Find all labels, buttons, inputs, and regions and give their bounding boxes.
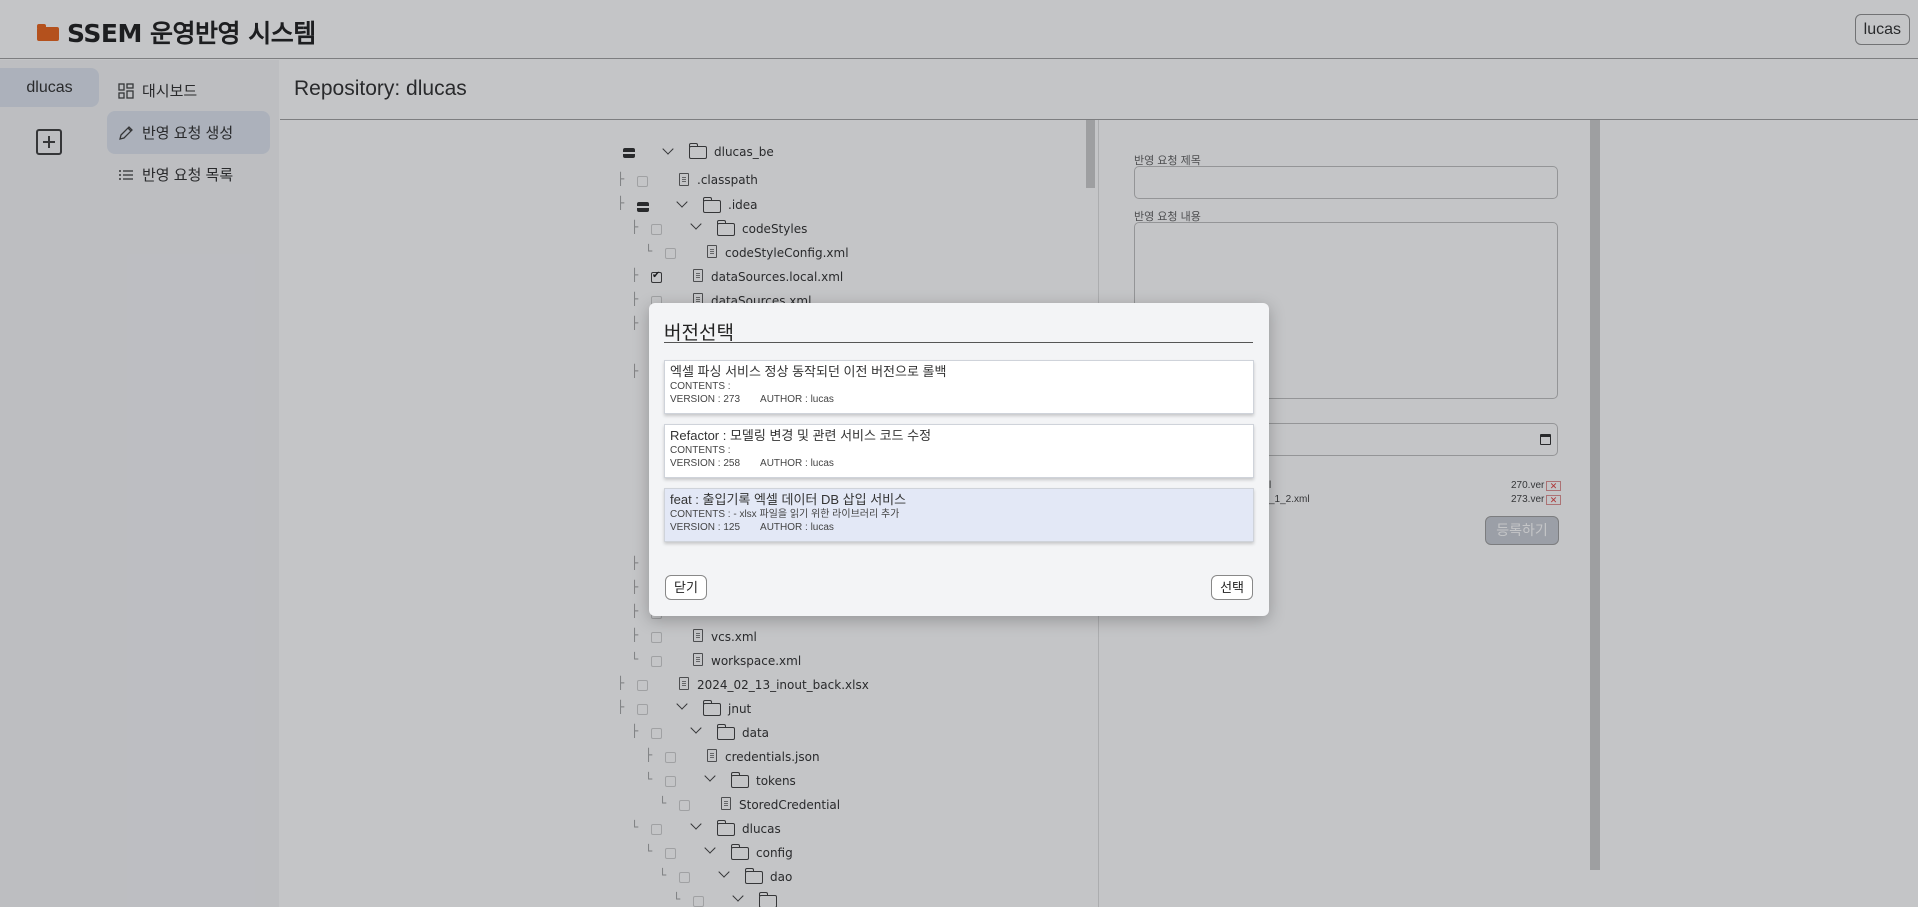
close-button[interactable]: 닫기 <box>665 575 707 600</box>
version-number: VERSION : 125 <box>670 522 741 533</box>
version-title: Refactor : 모델링 변경 및 관련 서비스 코드 수정 <box>670 428 932 443</box>
version-meta: VERSION : 273 AUTHOR : lucas <box>670 393 1248 406</box>
version-contents: CONTENTS : <box>670 381 731 392</box>
version-number: VERSION : 258 <box>670 458 741 469</box>
version-contents: CONTENTS : - xlsx 파일을 읽기 위한 라이브러리 추가 <box>670 509 900 520</box>
version-author: AUTHOR : lucas <box>760 458 834 469</box>
version-select-modal: 버전선택 엑셀 파싱 서비스 정상 동작되던 이전 버전으로 롤백 CONTEN… <box>649 303 1269 616</box>
version-card[interactable]: 엑셀 파싱 서비스 정상 동작되던 이전 버전으로 롤백 CONTENTS : … <box>664 360 1254 414</box>
version-title: 엑셀 파싱 서비스 정상 동작되던 이전 버전으로 롤백 <box>670 364 947 379</box>
version-author: AUTHOR : lucas <box>760 394 834 405</box>
version-meta: VERSION : 258 AUTHOR : lucas <box>670 457 1248 470</box>
version-card[interactable]: Refactor : 모델링 변경 및 관련 서비스 코드 수정 CONTENT… <box>664 424 1254 478</box>
version-meta: VERSION : 125 AUTHOR : lucas <box>670 521 1248 534</box>
version-number: VERSION : 273 <box>670 394 741 405</box>
version-contents: CONTENTS : <box>670 445 731 456</box>
version-card-selected[interactable]: feat : 출입기록 엑셀 데이터 DB 삽입 서비스 CONTENTS : … <box>664 488 1254 542</box>
version-title: feat : 출입기록 엑셀 데이터 DB 삽입 서비스 <box>670 492 907 507</box>
divider <box>664 342 1253 343</box>
modal-title: 버전선택 <box>664 322 734 344</box>
select-button[interactable]: 선택 <box>1211 575 1253 600</box>
version-author: AUTHOR : lucas <box>760 522 834 533</box>
